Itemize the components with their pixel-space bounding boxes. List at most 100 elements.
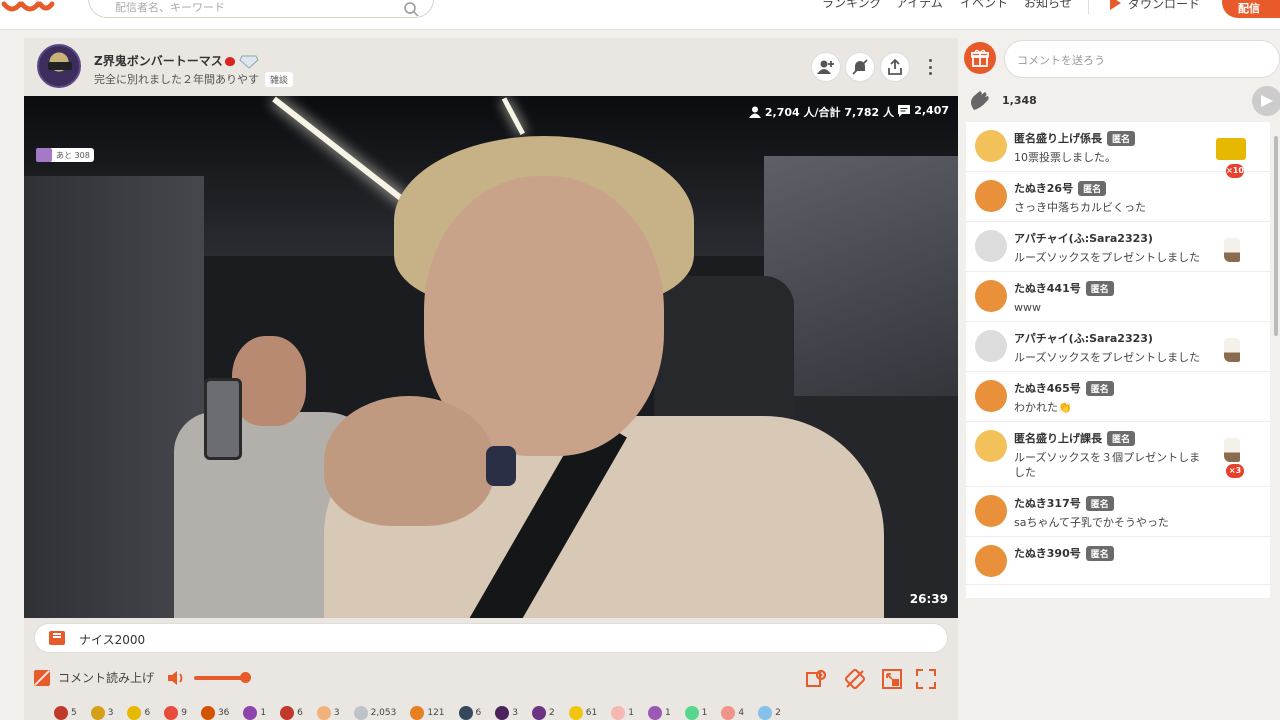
notification-toggle-button[interactable] [845,52,875,82]
site-logo[interactable] [0,0,60,18]
nav-ranking[interactable]: ランキング [822,0,882,11]
category-tag[interactable]: 雑談 [265,72,294,87]
chat-message[interactable]: たぬき441号 匿名 www [966,272,1270,322]
download-button[interactable]: ダウンロード [1108,0,1200,14]
chat-avatar[interactable] [975,230,1007,262]
streamer-avatar[interactable] [37,44,81,88]
search-icon[interactable] [403,1,419,17]
top-header: 配信者名、キーワード ランキング アイテム イベント お知らせ ダウンロード 配… [0,0,1280,30]
gift-count: 6 [475,708,482,718]
gift-button[interactable] [964,42,996,74]
anonymous-badge: 匿名 [1085,280,1114,296]
bell-off-icon [852,59,868,75]
gift-item-icon [532,706,547,720]
event-chip[interactable]: あと 308 [36,148,94,162]
chat-avatar[interactable] [975,545,1007,577]
chat-username[interactable]: たぬき317号 [1014,495,1081,511]
download-label: ダウンロード [1128,0,1201,11]
anonymous-badge: 匿名 [1078,180,1107,196]
chat-username[interactable]: たぬき390号 [1014,545,1081,561]
read-aloud-toggle[interactable]: コメント読み上げ [34,669,154,686]
chat-message[interactable]: アパチャイ(ふ:Sara2323) ルーズソックスをプレゼントしました [966,222,1270,272]
gift-multiplier-badge: ×3 [1226,464,1244,478]
apple-badge-icon [224,57,235,66]
gift-tally: 36 [200,706,230,720]
send-button[interactable] [1252,86,1280,116]
nav-items[interactable]: アイテム [896,0,943,11]
gift-tally: 6 [127,706,150,720]
latest-comment-text: ナイス2000 [79,633,146,647]
picture-in-picture-icon[interactable] [881,668,903,690]
share-button[interactable] [880,52,910,82]
chat-panel: コメントを送ろう 1,348 匿名盛り上げ係長 匿名 10票投票しました。 ×10 たぬ… [958,30,1280,720]
event-chip-text: あと 308 [56,150,90,160]
chat-name-row: たぬき390号 匿名 [1014,545,1262,561]
chat-message[interactable]: たぬき465号 匿名 わかれた👏 [966,372,1270,422]
gift-item-icon [200,706,215,720]
volume-slider[interactable] [194,676,245,680]
chat-avatar[interactable] [975,130,1007,162]
fullscreen-icon[interactable] [915,668,937,690]
chat-message[interactable]: アパチャイ(ふ:Sara2323) ルーズソックスをプレゼントしました [966,322,1270,372]
gift-count: 2 [549,708,555,718]
chat-username[interactable]: アパチャイ(ふ:Sara2323) [1014,330,1153,346]
viewer-count: 2,704 人/合計 7,782 人 [748,104,894,120]
streamer-name-row[interactable]: Z界鬼ボンバートーマス [94,52,259,69]
chat-username[interactable]: アパチャイ(ふ:Sara2323) [1014,230,1153,246]
search-box[interactable]: 配信者名、キーワード [88,0,434,18]
comment-icon [898,104,911,117]
chat-name-row: たぬき441号 匿名 [1014,280,1262,296]
chat-message[interactable]: 匿名盛り上げ係長 匿名 10票投票しました。 ×10 [966,122,1270,178]
gift-item-icon [458,706,473,720]
chat-input[interactable]: コメントを送ろう [1004,40,1280,78]
gift-icon [971,49,989,67]
chat-avatar[interactable] [975,180,1007,212]
chat-avatar[interactable] [975,280,1007,312]
rotate-icon[interactable] [844,668,866,690]
chat-message[interactable]: たぬき390号 匿名 [966,537,1270,585]
chat-message[interactable]: たぬき317号 匿名 saちゃんて子乳でかそうやった [966,487,1270,537]
gift-count: 5 [71,708,77,718]
chat-message[interactable]: たぬき26号 匿名 さっき中落ちカルビくった [966,172,1270,222]
gift-tally: 2 [758,706,781,720]
chat-message[interactable]: 匿名盛り上げ課長 匿名 ルーズソックスを３個プレゼントしました ×3 [966,422,1270,487]
chat-avatar[interactable] [975,495,1007,527]
nav-events[interactable]: イベント [960,0,1008,11]
gift-tally: 1 [611,706,634,720]
volume-slider-handle[interactable] [240,672,251,683]
chat-list: 匿名盛り上げ係長 匿名 10票投票しました。 ×10 たぬき26号 匿名 さっき中落ちカルビ… [966,122,1270,598]
gift-tally: 1 [243,706,266,720]
go-live-button[interactable]: 配信 [1222,0,1280,18]
gift-tally-strip: 5 3 6 9 36 1 6 3 2,053 121 6 3 2 61 1 1 1 4 2 [54,706,954,720]
chat-avatar[interactable] [975,430,1007,462]
gift-count: 36 [217,708,230,718]
chat-username[interactable]: たぬき465号 [1014,380,1081,396]
gift-count: 1 [701,708,708,718]
gift-item-icon [684,706,699,720]
chat-username[interactable]: 匿名盛り上げ係長 [1014,130,1102,146]
gift-count: 2,053 [370,708,397,718]
latest-comment-bar[interactable]: ナイス2000 [34,623,948,653]
gift-item-icon [164,706,179,720]
chat-avatar[interactable] [975,380,1007,412]
player-controls: コメント読み上げ [24,666,958,690]
chat-username[interactable]: たぬき26号 [1014,180,1073,196]
event-thumbnail [36,148,52,162]
chat-username[interactable]: 匿名盛り上げ課長 [1014,430,1102,446]
person-icon [748,106,761,118]
nav-news[interactable]: お知らせ [1024,0,1072,11]
settings-icon[interactable] [806,668,828,690]
chat-name-row: たぬき465号 匿名 [1014,380,1262,396]
live-label: 配信 [1238,2,1260,15]
more-menu-button[interactable] [922,56,938,78]
chat-scrollbar[interactable] [1274,136,1278,336]
chat-username[interactable]: たぬき441号 [1014,280,1081,296]
vote-ticket-icon [1216,138,1246,160]
follow-button[interactable] [811,52,841,82]
loose-socks-icon [1224,238,1240,262]
chat-avatar[interactable] [975,330,1007,362]
video-player[interactable]: 2,704 人/合計 7,782 人 2,407 あと 308 26:39 [24,96,958,618]
volume-icon[interactable] [167,670,187,686]
gift-item-icon [54,706,68,720]
clap-icon[interactable] [968,90,992,112]
